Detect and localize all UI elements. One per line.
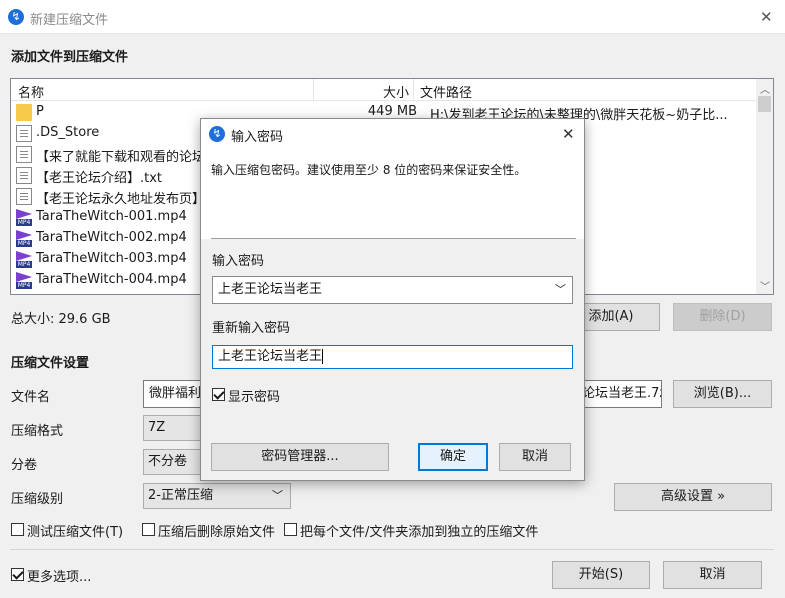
delete-after-label[interactable]: 压缩后删除原始文件: [158, 521, 275, 540]
column-divider: [413, 79, 414, 101]
window-close-icon[interactable]: ✕: [760, 8, 773, 26]
file-name: 【来了就能下载和观看的论坛，: [36, 150, 219, 165]
show-password-label[interactable]: 显示密码: [228, 386, 280, 405]
file-name: P: [36, 104, 44, 119]
delete-button[interactable]: 删除(D): [673, 303, 772, 331]
repeat-password-label: 重新输入密码: [212, 321, 291, 336]
document-icon: [16, 146, 32, 163]
files-section-heading: 添加文件到压缩文件: [11, 50, 129, 65]
settings-heading: 压缩文件设置: [11, 356, 90, 371]
mp4-icon: [16, 230, 32, 247]
level-label: 压缩级别: [11, 492, 64, 507]
separate-archives-label[interactable]: 把每个文件/文件夹添加到独立的压缩文件: [300, 521, 538, 540]
password-input[interactable]: 上老王论坛当老王 ﹀: [212, 276, 573, 304]
file-name: TaraTheWitch-002.mp4: [36, 230, 187, 245]
app-logo-icon: ↯: [8, 9, 24, 25]
file-name: .DS_Store: [36, 125, 100, 140]
dialog-hint: 输入压缩包密码。建议使用至少 8 位的密码来保证安全性。: [211, 163, 527, 177]
browse-button[interactable]: 浏览(B)...: [673, 380, 772, 408]
chevron-down-icon: ﹀: [272, 489, 283, 502]
volume-label: 分卷: [11, 458, 38, 473]
mp4-icon: [16, 251, 32, 268]
footer-divider: [10, 549, 774, 550]
dialog-cancel-button[interactable]: 取消: [499, 443, 571, 471]
file-name: TaraTheWitch-001.mp4: [36, 209, 187, 224]
filename-label: 文件名: [11, 390, 51, 405]
format-value: 7Z: [148, 420, 166, 435]
show-password-checkbox[interactable]: [212, 388, 225, 401]
dialog-close-icon[interactable]: ✕: [562, 125, 575, 143]
column-divider: [313, 79, 314, 101]
dialog-hint-area: 输入压缩包密码。建议使用至少 8 位的密码来保证安全性。: [201, 149, 584, 239]
folder-icon: [16, 104, 32, 121]
file-name: TaraTheWitch-003.mp4: [36, 251, 187, 266]
file-size: 449 MB: [367, 104, 417, 119]
password-manager-button[interactable]: 密码管理器...: [211, 443, 389, 471]
password-value: 上老王论坛当老王: [218, 282, 323, 297]
column-size[interactable]: 大小: [383, 82, 409, 101]
volume-value: 不分卷: [148, 454, 188, 469]
password-dialog: ↯ 输入密码 ✕ 输入压缩包密码。建议使用至少 8 位的密码来保证安全性。 输入…: [200, 118, 585, 481]
test-archive-checkbox[interactable]: [11, 523, 24, 536]
document-icon: [16, 188, 32, 205]
file-name: 【老王论坛永久地址发布页】.t: [36, 192, 215, 207]
filename-value-right: 论坛当老王.7z: [582, 386, 662, 401]
total-size: 总大小: 29.6 GB: [11, 312, 111, 327]
column-name[interactable]: 名称: [18, 82, 44, 101]
test-archive-label[interactable]: 测试压缩文件(T): [27, 521, 123, 540]
format-label: 压缩格式: [11, 424, 64, 439]
file-list-header: 名称 大小 文件路径: [11, 79, 756, 101]
scroll-up-icon[interactable]: ︿: [760, 81, 770, 96]
mp4-icon: [16, 209, 32, 226]
start-button[interactable]: 开始(S): [552, 561, 650, 589]
file-name: TaraTheWitch-004.mp4: [36, 272, 187, 287]
cancel-button[interactable]: 取消: [663, 561, 762, 589]
chevron-down-icon[interactable]: ﹀: [555, 277, 566, 303]
level-value: 2-正常压缩: [148, 488, 213, 503]
dialog-divider: [211, 238, 576, 239]
column-path[interactable]: 文件路径: [420, 82, 472, 101]
dialog-title-bar: ↯ 输入密码 ✕: [201, 119, 584, 149]
document-icon: [16, 125, 32, 142]
separate-archives-checkbox[interactable]: [284, 523, 297, 536]
ok-button[interactable]: 确定: [418, 443, 488, 471]
window-title: 新建压缩文件: [30, 13, 109, 28]
file-name: 【老王论坛介绍】.txt: [36, 171, 163, 186]
title-bar: ↯ 新建压缩文件 ✕: [0, 0, 785, 34]
text-cursor: [322, 349, 324, 364]
dialog-title: 输入密码: [231, 130, 284, 145]
delete-after-checkbox[interactable]: [142, 523, 155, 536]
mp4-icon: [16, 272, 32, 289]
scrollbar-thumb[interactable]: [758, 96, 771, 112]
advanced-settings-button[interactable]: 高级设置 »: [614, 483, 772, 511]
scroll-down-icon[interactable]: ﹀: [760, 278, 770, 293]
repeat-password-input[interactable]: 上老王论坛当老王: [212, 345, 573, 369]
password-label: 输入密码: [212, 254, 265, 269]
repeat-password-value: 上老王论坛当老王: [218, 349, 323, 364]
more-options-label[interactable]: 更多选项...: [27, 566, 91, 585]
document-icon: [16, 167, 32, 184]
more-options-checkbox[interactable]: [11, 568, 24, 581]
level-select[interactable]: 2-正常压缩 ﹀: [143, 483, 291, 509]
dialog-logo-icon: ↯: [209, 126, 225, 142]
scrollbar[interactable]: ︿ ﹀: [756, 79, 773, 294]
